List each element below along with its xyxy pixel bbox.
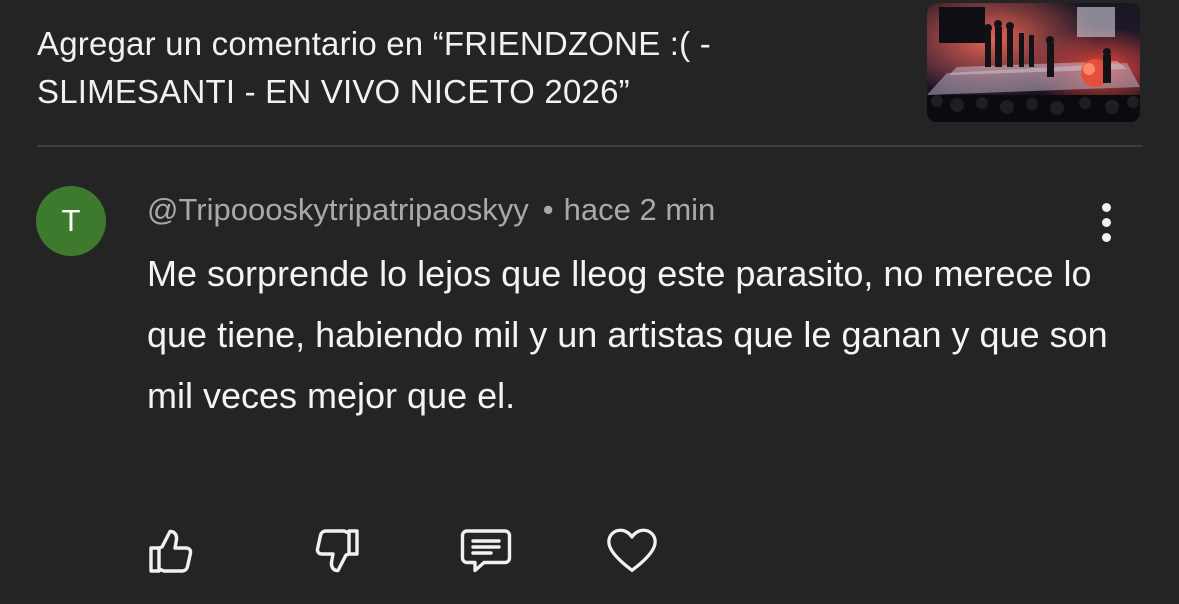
reply-button[interactable] (458, 525, 514, 577)
thumbs-down-icon (315, 529, 359, 573)
avatar[interactable]: T (36, 186, 106, 256)
like-button[interactable] (142, 525, 198, 577)
comment-author[interactable]: @Tripoooskytripatripaoskyy (147, 192, 529, 227)
comment-text: Me sorprende lo lejos que lleog este par… (147, 253, 1108, 416)
comment-reply-screen: Agregar un comentario en “FRIENDZONE :( … (0, 0, 1179, 604)
concert-thumbnail-image (927, 3, 1140, 122)
page-title: Agregar un comentario en “FRIENDZONE :( … (37, 25, 711, 110)
video-thumbnail[interactable] (927, 3, 1140, 122)
dislike-button[interactable] (310, 525, 366, 577)
heart-icon (607, 528, 657, 572)
more-vertical-icon (1101, 202, 1111, 242)
meta-separator: • (542, 192, 554, 227)
comment-meta: @Tripoooskytripatripaoskyy • hace 2 min (147, 190, 715, 230)
reply-icon (460, 529, 512, 573)
thumbs-up-icon (149, 529, 193, 573)
more-options-button[interactable] (1088, 198, 1124, 246)
heart-button[interactable] (604, 525, 660, 577)
comment-time: hace 2 min (563, 192, 716, 227)
header-divider (37, 145, 1143, 147)
avatar-letter: T (61, 203, 81, 238)
